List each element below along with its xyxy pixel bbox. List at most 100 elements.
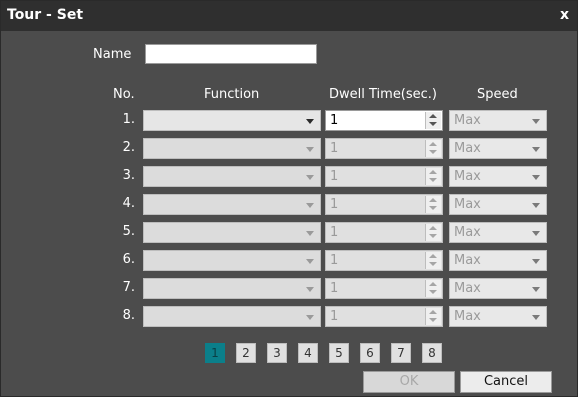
page-button[interactable]: 2 xyxy=(236,343,256,363)
spin-buttons[interactable] xyxy=(425,308,441,325)
page-button[interactable]: 6 xyxy=(360,343,380,363)
name-label: Name xyxy=(93,47,132,62)
spin-up-icon[interactable] xyxy=(429,198,437,202)
dwell-time-spinbox[interactable]: 1 xyxy=(325,138,443,159)
row-number: 5. xyxy=(122,224,135,239)
chevron-down-icon xyxy=(306,287,314,292)
row-number: 2. xyxy=(122,140,135,155)
row-number: 3. xyxy=(122,168,135,183)
spin-down-icon[interactable] xyxy=(429,290,437,294)
spin-down-icon[interactable] xyxy=(429,234,437,238)
function-select[interactable] xyxy=(143,110,321,131)
page-button[interactable]: 1 xyxy=(205,343,225,363)
speed-select[interactable]: Max xyxy=(449,194,547,215)
dwell-time-value: 1 xyxy=(330,281,339,296)
dwell-time-spinbox[interactable]: 1 xyxy=(325,110,443,131)
chevron-down-icon xyxy=(306,175,314,180)
spin-buttons[interactable] xyxy=(425,252,441,269)
page-button[interactable]: 7 xyxy=(391,343,411,363)
column-header-speed: Speed xyxy=(477,87,518,102)
cancel-button[interactable]: Cancel xyxy=(460,371,552,393)
chevron-down-icon xyxy=(532,287,540,292)
dwell-time-value: 1 xyxy=(330,225,339,240)
function-select[interactable] xyxy=(143,278,321,299)
speed-value: Max xyxy=(454,169,481,184)
dwell-time-value: 1 xyxy=(330,141,339,156)
speed-select[interactable]: Max xyxy=(449,166,547,187)
speed-select[interactable]: Max xyxy=(449,110,547,131)
speed-select[interactable]: Max xyxy=(449,222,547,243)
speed-value: Max xyxy=(454,309,481,324)
dwell-time-value: 1 xyxy=(330,113,339,128)
spin-buttons[interactable] xyxy=(425,112,441,129)
spin-up-icon[interactable] xyxy=(429,142,437,146)
row-number: 4. xyxy=(122,196,135,211)
speed-value: Max xyxy=(454,281,481,296)
spin-down-icon[interactable] xyxy=(429,178,437,182)
dialog-title: Tour - Set xyxy=(7,7,84,23)
page-button[interactable]: 5 xyxy=(329,343,349,363)
function-select[interactable] xyxy=(143,306,321,327)
spin-buttons[interactable] xyxy=(425,168,441,185)
title-bar[interactable]: Tour - Set x xyxy=(1,1,577,31)
close-icon[interactable]: x xyxy=(560,7,569,23)
dwell-time-spinbox[interactable]: 1 xyxy=(325,250,443,271)
page-button[interactable]: 3 xyxy=(267,343,287,363)
speed-select[interactable]: Max xyxy=(449,306,547,327)
speed-select[interactable]: Max xyxy=(449,278,547,299)
ok-button[interactable]: OK xyxy=(363,371,455,393)
row-number: 7. xyxy=(122,280,135,295)
tour-set-dialog: Tour - Set x Name No. Function Dwell Tim… xyxy=(0,0,578,397)
row-number: 6. xyxy=(122,252,135,267)
page-button[interactable]: 8 xyxy=(422,343,442,363)
page-button[interactable]: 4 xyxy=(298,343,318,363)
spin-up-icon[interactable] xyxy=(429,114,437,118)
chevron-down-icon xyxy=(306,231,314,236)
dwell-time-spinbox[interactable]: 1 xyxy=(325,278,443,299)
column-header-function: Function xyxy=(204,87,260,102)
chevron-down-icon xyxy=(306,147,314,152)
function-select[interactable] xyxy=(143,194,321,215)
spin-buttons[interactable] xyxy=(425,224,441,241)
function-select[interactable] xyxy=(143,166,321,187)
function-select[interactable] xyxy=(143,250,321,271)
chevron-down-icon xyxy=(532,259,540,264)
row-number: 1. xyxy=(122,112,135,127)
function-select[interactable] xyxy=(143,222,321,243)
spin-up-icon[interactable] xyxy=(429,226,437,230)
speed-value: Max xyxy=(454,225,481,240)
speed-select[interactable]: Max xyxy=(449,138,547,159)
speed-value: Max xyxy=(454,197,481,212)
dwell-time-value: 1 xyxy=(330,169,339,184)
spin-down-icon[interactable] xyxy=(429,150,437,154)
speed-value: Max xyxy=(454,113,481,128)
spin-up-icon[interactable] xyxy=(429,310,437,314)
row-number: 8. xyxy=(122,308,135,323)
chevron-down-icon xyxy=(306,259,314,264)
spin-down-icon[interactable] xyxy=(429,206,437,210)
spin-buttons[interactable] xyxy=(425,280,441,297)
spin-up-icon[interactable] xyxy=(429,254,437,258)
dwell-time-spinbox[interactable]: 1 xyxy=(325,166,443,187)
column-header-dwell-time: Dwell Time(sec.) xyxy=(329,87,438,102)
dwell-time-spinbox[interactable]: 1 xyxy=(325,306,443,327)
chevron-down-icon xyxy=(532,119,540,124)
dwell-time-spinbox[interactable]: 1 xyxy=(325,194,443,215)
speed-select[interactable]: Max xyxy=(449,250,547,271)
spin-buttons[interactable] xyxy=(425,196,441,213)
function-select[interactable] xyxy=(143,138,321,159)
dwell-time-value: 1 xyxy=(330,197,339,212)
spin-up-icon[interactable] xyxy=(429,170,437,174)
dwell-time-spinbox[interactable]: 1 xyxy=(325,222,443,243)
spin-down-icon[interactable] xyxy=(429,318,437,322)
dwell-time-value: 1 xyxy=(330,309,339,324)
spin-buttons[interactable] xyxy=(425,140,441,157)
chevron-down-icon xyxy=(306,119,314,124)
spin-up-icon[interactable] xyxy=(429,282,437,286)
speed-value: Max xyxy=(454,253,481,268)
spin-down-icon[interactable] xyxy=(429,262,437,266)
spin-down-icon[interactable] xyxy=(429,122,437,126)
dwell-time-value: 1 xyxy=(330,253,339,268)
speed-value: Max xyxy=(454,141,481,156)
name-input[interactable] xyxy=(145,44,317,64)
